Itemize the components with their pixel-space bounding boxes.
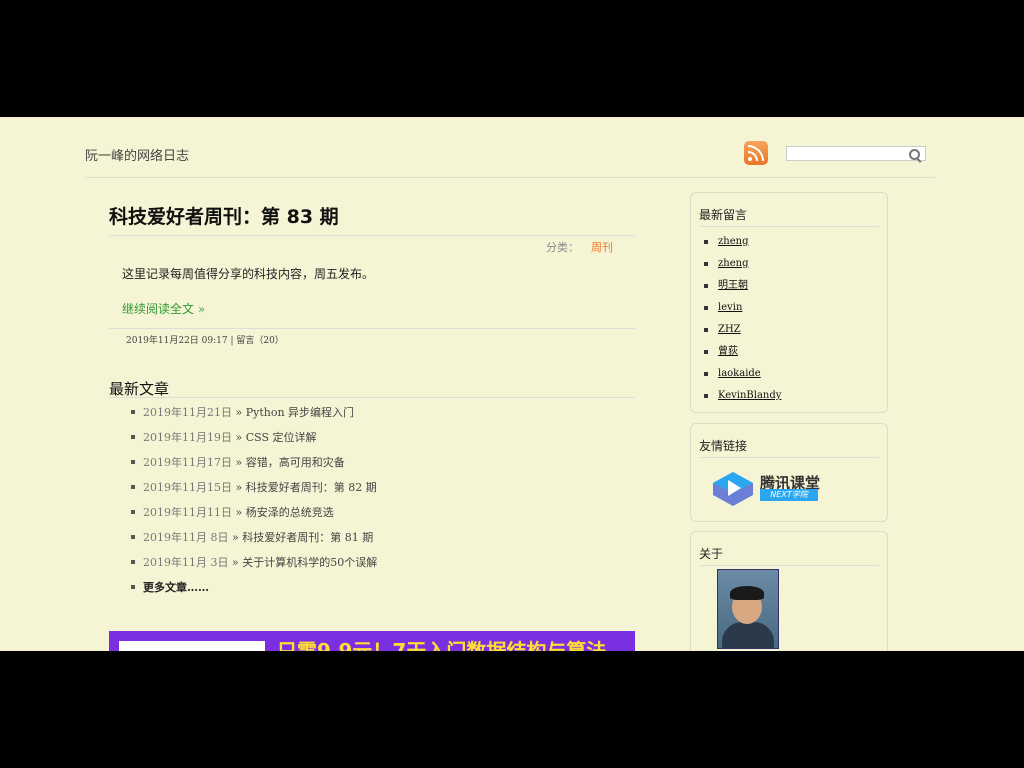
site-title[interactable]: 阮一峰的网络日志 [85,145,189,164]
comment-link[interactable]: laokaide [718,368,761,379]
list-item: 2019年11月15日 » 科技爱好者周刊：第 82 期 [109,475,377,500]
post-link[interactable]: 科技爱好者周刊：第 81 期 [242,531,373,544]
box-divider [699,226,879,227]
latest-comments-title: 最新留言 [699,208,748,222]
ad-banner[interactable]: 只需9.9元！7天入门数据结构与算法 [109,631,635,651]
list-item: laokaide [699,363,781,385]
post-date: 2019年11月 8日 [143,531,229,544]
search-input[interactable] [787,152,911,166]
list-item: 2019年11月 3日 » 关于计算机科学的50个误解 [109,550,377,575]
separator: » [232,506,246,519]
post-category: 分类： 周刊 [546,239,613,255]
friend-links-title: 友情链接 [699,439,748,453]
post-date: 2019年11月19日 [143,431,232,444]
post-divider [109,328,635,329]
list-item: 2019年11月 8日 » 科技爱好者周刊：第 81 期 [109,525,377,550]
more-posts-link[interactable]: 更多文章…… [143,581,209,594]
post-date: 2019年11月11日 [143,506,232,519]
post-date: 2019年11月15日 [143,481,232,494]
list-item: 曾荻 [699,341,781,363]
list-item: levin [699,297,781,319]
about-box: 关于 [690,531,888,651]
banner-image [119,641,265,651]
header-divider [85,177,935,178]
list-item: zheng [699,253,781,275]
separator: » [228,556,243,569]
separator: » [232,431,246,444]
post-link[interactable]: 科技爱好者周刊：第 82 期 [246,481,377,494]
rss-icon[interactable] [744,141,768,165]
separator: » [232,481,246,494]
list-item: 2019年11月11日 » 杨安泽的总统竞选 [109,500,377,525]
list-item: 2019年11月17日 » 容错，高可用和灾备 [109,450,377,475]
post-link[interactable]: Python 异步编程入门 [246,406,354,419]
title-divider [109,235,635,236]
browser-viewport: 阮一峰的网络日志 科技爱好者周刊：第 83 期 分类： 周刊 这里记录每周值得分享… [0,117,1024,651]
post-link[interactable]: 关于计算机科学的50个误解 [242,556,377,569]
latest-comments-box: 最新留言 zheng zheng 明王朝 levin ZHZ 曾荻 laokai… [690,192,888,413]
post-link[interactable]: 容错，高可用和灾备 [246,456,345,469]
recent-posts-list: 2019年11月21日 » Python 异步编程入门 2019年11月19日 … [109,400,377,600]
author-avatar[interactable] [717,569,779,649]
box-divider [699,565,879,566]
list-item: 2019年11月21日 » Python 异步编程入门 [109,400,377,425]
separator: » [228,531,243,544]
separator: » [232,406,246,419]
list-item: zheng [699,231,781,253]
list-item: 明王朝 [699,275,781,297]
recent-posts-title: 最新文章 [109,380,170,398]
list-item: 更多文章…… [109,575,377,600]
comment-link[interactable]: KevinBlandy [718,390,781,401]
post-title[interactable]: 科技爱好者周刊：第 83 期 [109,202,339,229]
comment-link[interactable]: zheng [718,236,748,247]
tencent-logo-icon [713,472,753,506]
tencent-subtitle: NEXT学院 [760,489,818,501]
recent-divider [109,397,635,398]
comment-link[interactable]: ZHZ [718,324,741,335]
list-item: 2019年11月19日 » CSS 定位详解 [109,425,377,450]
list-item: ZHZ [699,319,781,341]
banner-text: 只需9.9元！7天入门数据结构与算法 [277,639,607,651]
post-link[interactable]: CSS 定位详解 [246,431,317,444]
category-link[interactable]: 周刊 [591,241,613,254]
comments-list: zheng zheng 明王朝 levin ZHZ 曾荻 laokaide Ke… [699,231,781,407]
post-meta[interactable]: 2019年11月22日 09:17 | 留言（20） [126,333,284,346]
box-divider [699,457,879,458]
tencent-classroom-link[interactable]: 腾讯课堂 NEXT学院 [711,468,821,508]
post-link[interactable]: 杨安泽的总统竞选 [246,506,334,519]
comment-link[interactable]: 明王朝 [718,280,748,291]
comment-link[interactable]: levin [718,302,742,313]
comment-link[interactable]: zheng [718,258,748,269]
search-box [786,146,926,166]
post-date: 2019年11月17日 [143,456,232,469]
read-more-link[interactable]: 继续阅读全文 » [122,300,205,317]
post-excerpt: 这里记录每周值得分享的科技内容，周五发布。 [122,267,375,281]
post-date: 2019年11月21日 [143,406,232,419]
about-title: 关于 [699,547,724,561]
friend-links-box: 友情链接 腾讯课堂 NEXT学院 [690,423,888,522]
list-item: KevinBlandy [699,385,781,407]
category-label: 分类： [546,241,579,254]
post-date: 2019年11月 3日 [143,556,229,569]
comment-link[interactable]: 曾荻 [718,346,738,357]
separator: » [232,456,246,469]
search-icon[interactable] [909,149,920,160]
